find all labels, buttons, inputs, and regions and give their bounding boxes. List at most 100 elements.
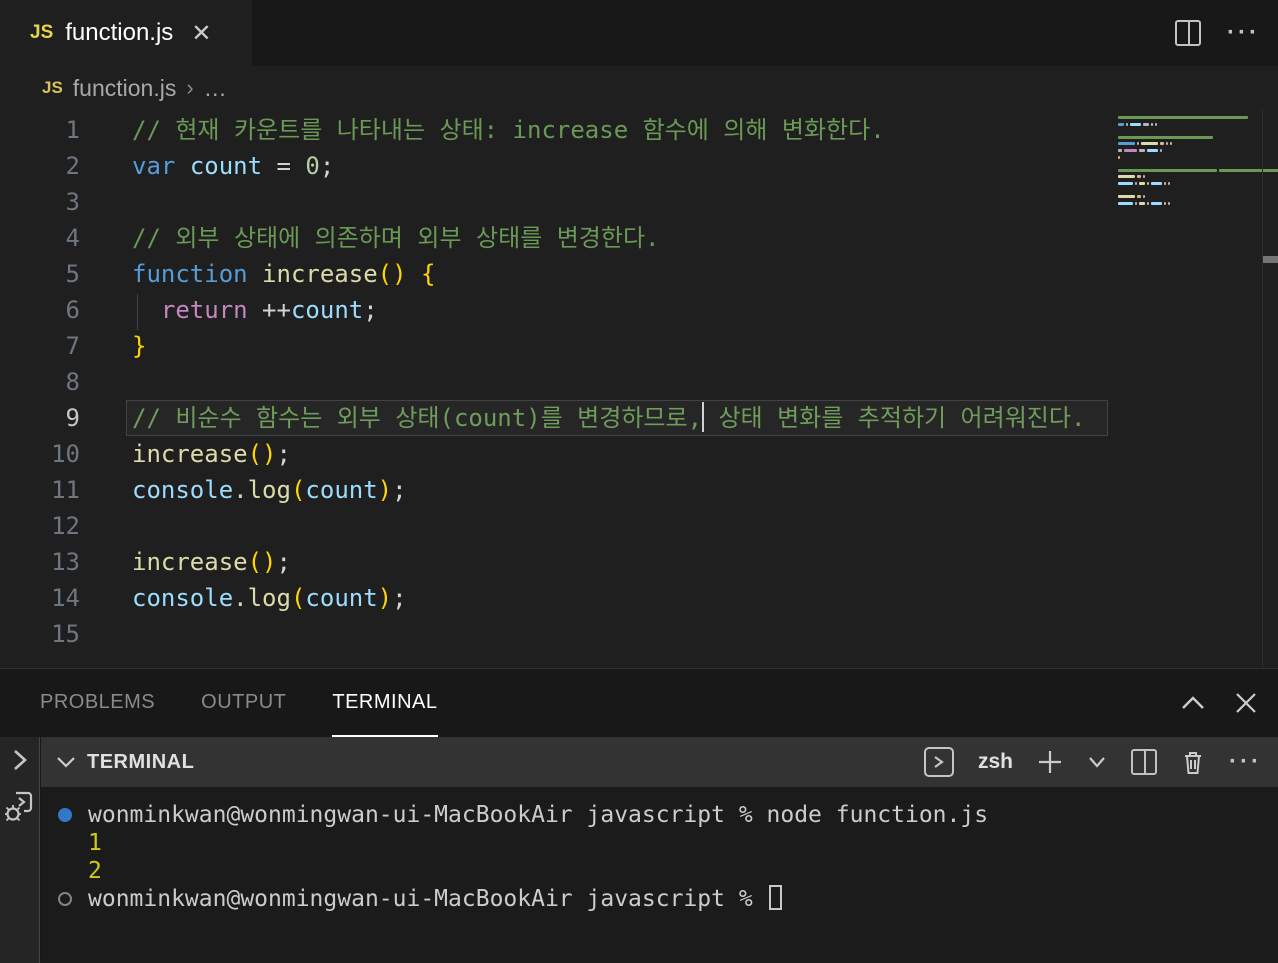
code-token: 상태 변화를 추적하기 어려워진다. (704, 404, 1086, 432)
code-line-12[interactable] (0, 508, 1110, 544)
code-line-4[interactable]: // 외부 상태에 의존하며 외부 상태를 변경한다. (0, 220, 1110, 256)
terminal-text: 2 (88, 858, 102, 884)
code-token: // 외부 상태에 의존하며 외부 상태를 변경한다. (132, 224, 660, 252)
code-token: } (132, 332, 147, 360)
code-line-9[interactable]: // 비순수 함수는 외부 상태(count)를 변경하므로, 상태 변화를 추… (0, 400, 1110, 436)
indent-guide (137, 294, 138, 330)
terminal-dropdown-icon[interactable] (1087, 755, 1107, 769)
new-terminal-icon[interactable] (1037, 749, 1063, 775)
code-token: log (247, 476, 291, 504)
tab-function-js[interactable]: JS function.js ✕ (0, 0, 252, 66)
code-token: count (305, 476, 378, 504)
code-token: return (160, 296, 248, 324)
panel-tab-list: PROBLEMS OUTPUT TERMINAL (40, 669, 438, 737)
terminal-output[interactable]: wonminkwan@wonmingwan-ui-MacBookAir java… (41, 787, 1278, 963)
code-token: log (247, 584, 291, 612)
editor-tab-bar: JS function.js ✕ ··· (0, 0, 1278, 66)
code-line-8[interactable] (0, 364, 1110, 400)
chevron-down-icon[interactable] (55, 754, 77, 770)
code-token: ; (392, 584, 407, 612)
minimap-line (1118, 135, 1213, 139)
code-editor[interactable]: 1 2 3 4 5 6 7 8 9 10 11 12 13 14 15 // 현재 카운트를 나타내는 상태… (0, 110, 1278, 668)
command-success-dot (58, 808, 72, 822)
panel-tab-problems[interactable]: PROBLEMS (40, 669, 155, 737)
minimap[interactable] (1110, 112, 1278, 668)
code-token: ; (276, 440, 291, 468)
tab-label: function.js (65, 19, 174, 46)
close-tab-icon[interactable]: ✕ (191, 19, 211, 48)
breadcrumb-file[interactable]: function.js (73, 75, 177, 102)
vscode-window: JS function.js ✕ ··· JS function.js › … … (0, 0, 1278, 963)
code-token: count (305, 584, 378, 612)
more-actions-icon[interactable]: ··· (1227, 19, 1260, 47)
code-line-11[interactable]: console.log(count); (0, 472, 1110, 508)
code-line-1[interactable]: // 현재 카운트를 나타내는 상태: increase 함수에 의해 변화한다… (0, 112, 1110, 148)
code-token: var (132, 152, 176, 180)
code-line-14[interactable]: console.log(count); (0, 580, 1110, 616)
code-token: console (132, 584, 234, 612)
code-token: increase (132, 440, 248, 468)
code-token: ; (363, 296, 378, 324)
terminal-more-icon[interactable]: ··· (1229, 748, 1262, 776)
breadcrumb-symbol-more[interactable]: … (204, 75, 227, 102)
panel-tab-output[interactable]: OUTPUT (201, 669, 286, 737)
terminal-panel-title[interactable]: TERMINAL (87, 751, 194, 774)
code-line-2[interactable]: var count = 0; (0, 148, 1110, 184)
overview-ruler[interactable] (1262, 110, 1278, 668)
minimap-line (1118, 149, 1162, 152)
code-token: ; (392, 476, 407, 504)
code-line-10[interactable]: increase(); (0, 436, 1110, 472)
code-line-5[interactable]: function increase() { (0, 256, 1110, 292)
js-file-icon-small: JS (42, 78, 63, 97)
terminal-line: 1 (41, 829, 1278, 857)
code-token: ( (290, 584, 306, 612)
terminal-line: wonminkwan@wonmingwan-ui-MacBookAir java… (41, 801, 1278, 829)
chevron-right-icon[interactable] (8, 745, 32, 775)
code-line-6[interactable]: return ++count; (0, 292, 1110, 328)
shell-name-label[interactable]: zsh (978, 750, 1013, 774)
minimap-line (1118, 195, 1146, 199)
code-line-15[interactable] (0, 616, 1110, 652)
code-token: () (247, 548, 277, 576)
code-token: () (247, 440, 277, 468)
split-editor-icon[interactable] (1175, 20, 1202, 46)
code-token: // 비순수 함수는 외부 상태(count)를 변경하므로, (132, 404, 703, 432)
panel-tab-terminal[interactable]: TERMINAL (332, 669, 438, 737)
code-token: ( (290, 476, 306, 504)
minimap-line (1118, 175, 1146, 179)
terminal-cursor (768, 885, 782, 910)
split-terminal-icon[interactable] (1131, 749, 1158, 775)
minimap-line (1118, 182, 1170, 185)
code-line-7[interactable]: } (0, 328, 1110, 364)
launch-profile-icon[interactable] (924, 747, 954, 777)
code-line-13[interactable]: increase(); (0, 544, 1110, 580)
terminal-text: wonminkwan@wonmingwan-ui-MacBookAir java… (88, 886, 767, 912)
code-token: ) (377, 584, 393, 612)
code-token: console (132, 476, 234, 504)
code-token: = (262, 152, 306, 180)
terminal-line: 2 (41, 857, 1278, 885)
close-panel-icon[interactable] (1234, 691, 1258, 715)
code-line-3[interactable] (0, 184, 1110, 220)
code-token: . (233, 584, 248, 612)
code-token: ; (276, 548, 291, 576)
minimap-line (1118, 155, 1121, 159)
debug-terminal-icon[interactable] (4, 789, 36, 823)
terminal-text: 1 (88, 830, 102, 856)
code-token: increase (132, 548, 248, 576)
js-file-icon: JS (30, 22, 54, 43)
kill-terminal-icon[interactable] (1181, 749, 1205, 776)
code-lines[interactable]: // 현재 카운트를 나타내는 상태: increase 함수에 의해 변화한다… (0, 112, 1110, 652)
minimap-line (1118, 142, 1173, 146)
code-token: ; (319, 152, 335, 180)
minimap-line (1118, 116, 1249, 119)
maximize-panel-icon[interactable] (1180, 695, 1206, 711)
code-token: ) (377, 476, 393, 504)
code-token: count (290, 296, 364, 324)
terminal-line: wonminkwan@wonmingwan-ui-MacBookAir java… (41, 885, 1278, 913)
terminal-header: TERMINAL zsh ··· (41, 737, 1278, 787)
code-token: increase (262, 260, 378, 288)
minimap-line (1118, 201, 1170, 205)
